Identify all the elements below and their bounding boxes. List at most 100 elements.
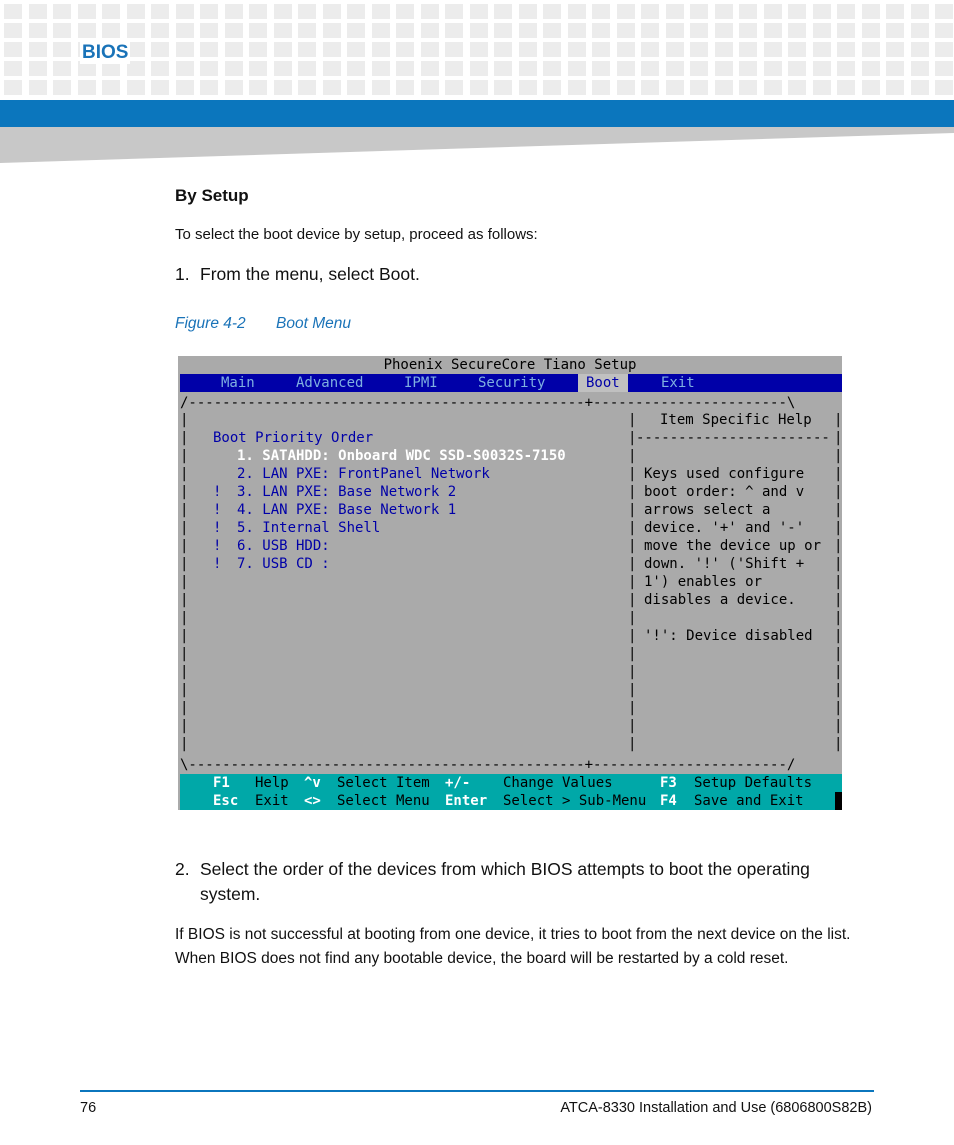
header-tile xyxy=(420,80,439,95)
header-tile xyxy=(812,42,831,57)
help-line: '!': Device disabled xyxy=(644,628,813,644)
frame-left-bar: | xyxy=(180,682,189,698)
help-title: Item Specific Help xyxy=(660,412,812,428)
bios-menu-exit[interactable]: Exit xyxy=(661,374,695,392)
header-tile xyxy=(224,42,243,57)
header-tile xyxy=(788,4,806,19)
header-tile xyxy=(763,80,782,95)
header-tile xyxy=(469,23,488,38)
header-tile xyxy=(665,80,684,95)
key-f1-desc: Help xyxy=(255,775,289,791)
header-tile xyxy=(861,4,880,19)
header-tile xyxy=(347,61,365,76)
header-tile xyxy=(396,80,414,95)
frame-left-bar: | xyxy=(180,700,189,716)
header-tile xyxy=(445,80,463,95)
frame-right-bar: | xyxy=(834,574,842,590)
header-tile xyxy=(53,80,71,95)
header-tile xyxy=(298,42,316,57)
frame-left-bar: | xyxy=(180,538,189,554)
boot-item-7[interactable]: 7. USB CD : xyxy=(237,555,330,573)
header-tile xyxy=(151,4,169,19)
header-tile xyxy=(371,61,390,76)
header-tile xyxy=(690,42,708,57)
key-plusminus-desc: Change Values xyxy=(503,775,613,791)
boot-item-4[interactable]: 4. LAN PXE: Base Network 1 xyxy=(237,501,456,519)
frame-left-bar: | xyxy=(180,466,189,482)
header-tile xyxy=(371,23,390,38)
boot-item-3[interactable]: 3. LAN PXE: Base Network 2 xyxy=(237,483,456,501)
header-tile xyxy=(224,23,243,38)
header-tile xyxy=(77,80,96,95)
header-tile xyxy=(714,42,733,57)
header-tile xyxy=(420,42,439,57)
header-tile xyxy=(616,61,635,76)
help-line: disables a device. xyxy=(644,592,796,608)
page-number: 76 xyxy=(80,1100,97,1116)
header-tile xyxy=(445,23,463,38)
header-tile xyxy=(494,4,512,19)
header-tile xyxy=(690,80,708,95)
frame-left-bar: | xyxy=(180,592,189,608)
header-tile xyxy=(739,61,757,76)
step-2: 2. Select the order of the devices from … xyxy=(175,857,875,907)
header-tile xyxy=(518,4,537,19)
frame-divider-bar: | xyxy=(628,538,637,554)
frame-divider-bar: | xyxy=(628,484,637,500)
header-tile xyxy=(151,61,169,76)
header-tile xyxy=(4,80,22,95)
frame-right-bar: | xyxy=(834,556,842,572)
frame-divider-bar: | xyxy=(628,520,637,536)
header-tile xyxy=(665,42,684,57)
key-f4-desc: Save and Exit xyxy=(694,793,804,809)
header-tile xyxy=(690,61,708,76)
header-tile xyxy=(518,23,537,38)
key-updown: ^v xyxy=(304,775,321,791)
header-tile xyxy=(102,4,120,19)
header-tile xyxy=(665,23,684,38)
header-tile xyxy=(298,23,316,38)
bios-menu-main[interactable]: Main xyxy=(221,374,255,392)
header-tile xyxy=(543,61,561,76)
footer-rule xyxy=(80,1090,874,1092)
header-tile xyxy=(249,42,267,57)
boot-priority-header: Boot Priority Order xyxy=(213,430,374,446)
help-line: 1') enables or xyxy=(644,574,763,590)
bios-menu-ipmi[interactable]: IPMI xyxy=(404,374,438,392)
header-tile xyxy=(224,4,243,19)
bios-menu-advanced[interactable]: Advanced xyxy=(296,374,363,392)
header-tile xyxy=(739,42,757,57)
boot-item-disabled-mark: ! xyxy=(213,556,222,572)
header-tile xyxy=(641,4,659,19)
frame-left-bar: | xyxy=(180,502,189,518)
header-tile xyxy=(28,61,47,76)
help-line: arrows select a xyxy=(644,502,771,518)
header-tile xyxy=(200,42,218,57)
help-line: Keys used configure xyxy=(644,466,805,482)
bios-menu-boot[interactable]: Boot xyxy=(578,374,628,392)
header-tile xyxy=(53,23,71,38)
header-tile xyxy=(518,42,537,57)
header-tile xyxy=(77,4,96,19)
frame-right-bar: | xyxy=(834,592,842,608)
header-tile xyxy=(200,4,218,19)
boot-item-2[interactable]: 2. LAN PXE: FrontPanel Network xyxy=(237,465,490,483)
boot-item-disabled-mark: ! xyxy=(213,484,222,500)
header-tile xyxy=(788,42,806,57)
frame-divider-bar: | xyxy=(628,412,637,428)
boot-item-6[interactable]: 6. USB HDD: xyxy=(237,537,330,555)
step-text: From the menu, select Boot. xyxy=(200,264,420,284)
header-tile xyxy=(396,42,414,57)
header-tile xyxy=(788,61,806,76)
header-tile xyxy=(837,61,855,76)
header-tile xyxy=(837,4,855,19)
boot-item-1[interactable]: 1. SATAHDD: Onboard WDC SSD-S0032S-7150 xyxy=(237,447,566,465)
boot-item-5[interactable]: 5. Internal Shell xyxy=(237,519,380,537)
header-tile xyxy=(249,23,267,38)
header-tile xyxy=(935,4,953,19)
frame-right-bar: | xyxy=(834,520,842,536)
header-tile xyxy=(910,23,929,38)
header-tile xyxy=(812,4,831,19)
bios-menu-security[interactable]: Security xyxy=(478,374,545,392)
header-tile xyxy=(788,80,806,95)
